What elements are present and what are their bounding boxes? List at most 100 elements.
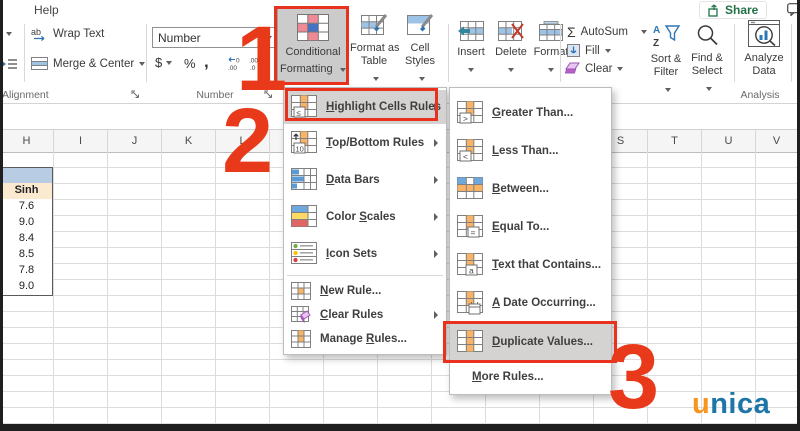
percent-button[interactable]: % (184, 56, 196, 71)
table-cell[interactable]: 7.8 (0, 263, 53, 280)
chevron-down-icon (508, 68, 514, 72)
share-button[interactable]: Share (699, 1, 768, 19)
find-select-button[interactable]: Find & Select (686, 24, 728, 96)
eraser-icon (565, 62, 580, 74)
step1-number: 1 (236, 8, 288, 110)
sort-filter-button[interactable]: A Z Sort & Filter (646, 22, 686, 97)
submenu-item-a-date-occurring[interactable]: A Date Occurring... (450, 284, 611, 322)
column-header[interactable]: U (702, 130, 755, 152)
svg-text:=: = (471, 228, 476, 238)
chevron-down-icon (664, 88, 671, 92)
merge-center-button[interactable]: Merge & Center (31, 57, 146, 70)
text-that-contains-icon: a (457, 253, 483, 276)
submenu-item-between[interactable]: Between... (450, 170, 611, 208)
table-cell[interactable]: 9.0 (0, 279, 53, 296)
tab-help[interactable]: Help (34, 3, 59, 17)
submenu-item-text-that-contains[interactable]: a Text that Contains... (450, 246, 611, 284)
cell-styles-label-2: Styles (405, 55, 435, 67)
sort-filter-icon: A Z (653, 25, 681, 49)
unica-logo: unica (692, 388, 770, 421)
insert-button[interactable]: Insert (452, 21, 490, 77)
analyze-data-label-2: Data (752, 65, 776, 77)
svg-text:10: 10 (296, 144, 304, 153)
submenu-item-greater-than[interactable]: > Greater Than... (450, 94, 611, 132)
ribbon-divider (146, 24, 147, 82)
submenu-arrow-icon (434, 175, 438, 184)
alignment-dialog-launcher-icon[interactable] (131, 90, 140, 99)
format-as-table-icon (360, 14, 387, 35)
currency-symbol: $ (155, 55, 163, 70)
delete-button[interactable]: Delete (491, 21, 531, 77)
ribbon-divider (791, 24, 792, 82)
submenu-item-equal-to[interactable]: = Equal To... (450, 208, 611, 246)
merge-center-icon (31, 57, 48, 70)
table-cell[interactable]: 8.5 (0, 247, 53, 264)
more-options-chevron-icon[interactable] (6, 32, 12, 36)
increase-indent-icon[interactable] (2, 58, 18, 70)
column-header[interactable]: J (108, 130, 161, 152)
menu-item-icon-sets[interactable]: Icon Sets (284, 235, 446, 272)
column-header[interactable]: I (54, 130, 107, 152)
submenu-item-less-than[interactable]: < Less Than... (450, 132, 611, 170)
menu-item-label: Manage Rules... (320, 333, 407, 345)
svg-text:>: > (463, 114, 468, 124)
a-date-occurring-icon (457, 291, 483, 315)
analyze-data-icon (748, 20, 780, 47)
fill-button[interactable]: Fill (567, 44, 611, 57)
table-cell-blank-blue[interactable] (0, 167, 53, 184)
menu-item-new-rule[interactable]: New Rule... (284, 279, 446, 303)
icon-sets-icon (291, 241, 317, 264)
comma-style-button[interactable]: , (204, 52, 209, 72)
insert-cells-icon (458, 21, 484, 41)
table-header-cell[interactable]: Sinh (0, 183, 53, 200)
menu-separator (287, 275, 443, 276)
menu-item-label: New Rule... (320, 285, 382, 297)
merge-center-label: Merge & Center (53, 57, 135, 70)
less-than-icon: < (457, 139, 483, 162)
delete-cells-icon (498, 21, 524, 41)
svg-text:ab: ab (31, 27, 41, 37)
column-header[interactable]: V (756, 130, 797, 152)
step3-number: 3 (608, 326, 660, 428)
svg-text:A: A (653, 25, 660, 36)
format-as-table-button[interactable]: Format as Table (350, 13, 400, 86)
submenu-item-label: Less Than... (492, 145, 559, 157)
submenu-arrow-icon (434, 138, 438, 147)
wrap-text-label: Wrap Text (53, 28, 105, 40)
ribbon-divider (448, 24, 449, 82)
analyze-data-label-1: Analyze (744, 52, 784, 64)
menu-item-color-scales[interactable]: Color Scales (284, 198, 446, 235)
format-as-table-label-1: Format as (350, 42, 400, 54)
chevron-down-icon (705, 87, 712, 91)
chevron-down-icon (617, 66, 624, 71)
analyze-data-button[interactable]: Analyze Data (737, 20, 791, 78)
submenu-item-label: Between... (492, 183, 549, 195)
menu-item-data-bars[interactable]: Data Bars (284, 161, 446, 198)
submenu-item-label: Text that Contains... (492, 259, 602, 271)
table-cell[interactable]: 9.0 (0, 215, 53, 232)
submenu-item-label: Equal To... (492, 221, 550, 233)
new-rule-icon (291, 282, 311, 300)
share-label: Share (725, 3, 759, 17)
submenu-item-more-rules[interactable]: More Rules... (450, 362, 611, 392)
color-scales-icon (291, 204, 317, 227)
greater-than-icon: > (457, 101, 483, 124)
currency-button[interactable]: $ (155, 55, 173, 70)
clear-rules-icon (291, 306, 311, 324)
wrap-text-button[interactable]: ab Wrap Text (31, 27, 104, 41)
column-header[interactable]: T (648, 130, 701, 152)
clear-button[interactable]: Clear (565, 62, 624, 75)
menu-item-label: Icon Sets (326, 247, 378, 260)
chevron-down-icon (139, 61, 146, 66)
menu-item-label: Color Scales (326, 210, 396, 223)
column-header[interactable]: K (162, 130, 215, 152)
menu-item-label: Data Bars (326, 173, 380, 186)
table-cell[interactable]: 7.6 (0, 199, 53, 216)
autosum-button[interactable]: Σ AutoSum (567, 24, 647, 40)
column-header[interactable]: H (0, 130, 53, 152)
menu-item-clear-rules[interactable]: Clear Rules (284, 303, 446, 327)
menu-item-top-bottom-rules[interactable]: 10 Top/Bottom Rules (284, 124, 446, 161)
table-cell[interactable]: 8.4 (0, 231, 53, 248)
cell-styles-button[interactable]: Cell Styles (398, 13, 442, 86)
menu-item-manage-rules[interactable]: Manage Rules... (284, 327, 446, 351)
